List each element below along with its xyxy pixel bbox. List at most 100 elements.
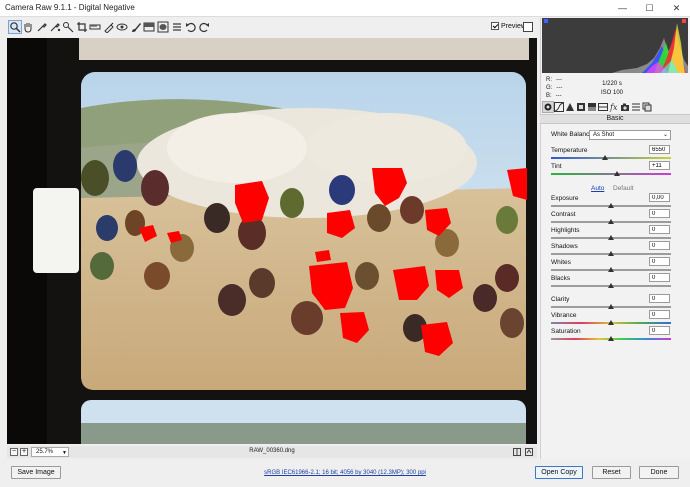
whites-slider-thumb[interactable] <box>608 267 614 272</box>
open-copy-button[interactable]: Open Copy <box>535 466 583 479</box>
clarity-slider-thumb[interactable] <box>608 304 614 309</box>
before-after-icon[interactable] <box>513 448 521 456</box>
workflow-options-link[interactable]: sRGB IEC61966-2.1; 16 bit; 4056 by 3040 … <box>0 470 690 476</box>
white-balance-value: As Shot <box>593 132 615 138</box>
clarity-slider[interactable] <box>551 304 671 309</box>
fullscreen-icon[interactable] <box>523 22 533 32</box>
color-sampler-icon[interactable] <box>49 21 61 33</box>
blacks-label: Blacks <box>551 275 571 282</box>
camera-calibration-tab-icon[interactable] <box>620 102 630 112</box>
zoom-icon[interactable] <box>8 20 22 34</box>
exposure-field[interactable] <box>649 193 670 202</box>
highlights-field[interactable] <box>649 225 670 234</box>
split-toning-tab-icon[interactable] <box>587 102 597 112</box>
maximize-button[interactable]: ☐ <box>636 0 663 17</box>
shadows-slider[interactable] <box>551 251 671 256</box>
graduated-filter-icon[interactable] <box>143 21 155 33</box>
svg-text:fx: fx <box>609 103 618 112</box>
temperature-slider-thumb[interactable] <box>602 155 608 160</box>
saturation-slider[interactable] <box>551 336 671 341</box>
panel-tabs: fx <box>540 101 690 113</box>
whites-field[interactable] <box>649 257 670 266</box>
done-button[interactable]: Done <box>639 466 679 479</box>
presets-tab-icon[interactable] <box>631 102 641 112</box>
radial-filter-icon[interactable] <box>157 21 169 33</box>
r-label: R: <box>546 77 552 83</box>
panel-section-title: Basic <box>540 114 690 124</box>
adjustment-brush-icon[interactable] <box>130 21 142 33</box>
lens-corrections-tab-icon[interactable] <box>598 102 608 112</box>
contrast-slider[interactable] <box>551 219 671 224</box>
vibrance-slider-thumb[interactable] <box>608 320 614 325</box>
basic-tab-icon[interactable] <box>542 101 554 113</box>
rotate-right-icon[interactable] <box>198 21 210 33</box>
blacks-slider[interactable] <box>551 283 671 288</box>
minimize-button[interactable]: — <box>609 0 636 17</box>
exposure-info: 1/220 s ISO 100 <box>586 80 638 98</box>
histogram <box>542 18 688 73</box>
hsl-tab-icon[interactable] <box>576 102 586 112</box>
vibrance-slider[interactable] <box>551 320 671 325</box>
g-value: --- <box>556 85 563 91</box>
tint-field[interactable] <box>649 161 670 170</box>
r-value: --- <box>556 77 562 83</box>
detail-tab-icon[interactable] <box>565 102 575 112</box>
targeted-adjustment-icon[interactable] <box>62 21 74 33</box>
white-balance-select[interactable]: As Shot ⌄ <box>589 130 671 140</box>
b-label: B: <box>546 93 552 99</box>
open-preferences-icon[interactable] <box>171 21 183 33</box>
temperature-field[interactable] <box>649 145 670 154</box>
blacks-field[interactable] <box>649 273 670 282</box>
snapshots-tab-icon[interactable] <box>642 102 652 112</box>
g-label: G: <box>546 85 553 91</box>
exposure-label: Exposure <box>551 195 579 202</box>
red-eye-icon[interactable] <box>116 21 128 33</box>
highlights-slider-thumb[interactable] <box>608 235 614 240</box>
saturation-label: Saturation <box>551 328 581 335</box>
contrast-field[interactable] <box>649 209 670 218</box>
straighten-icon[interactable] <box>89 21 101 33</box>
reset-button[interactable]: Reset <box>592 466 631 479</box>
clarity-field[interactable] <box>649 294 670 303</box>
exposure-slider-thumb[interactable] <box>608 203 614 208</box>
shadows-field[interactable] <box>649 241 670 250</box>
tint-slider-thumb[interactable] <box>614 171 620 176</box>
exposure-slider[interactable] <box>551 203 671 208</box>
highlights-slider[interactable] <box>551 235 671 240</box>
title-bar: Camera Raw 9.1.1 - Digital Negative — ☐ … <box>0 0 690 17</box>
default-button[interactable]: Default <box>613 185 634 192</box>
tone-curve-tab-icon[interactable] <box>554 102 564 112</box>
settings-toggle-icon[interactable] <box>525 448 533 456</box>
file-name: RAW_00360.dng <box>249 448 295 454</box>
tint-slider[interactable] <box>551 171 671 176</box>
shutter-speed: 1/220 s <box>602 81 622 87</box>
saturation-slider-thumb[interactable] <box>608 336 614 341</box>
b-value: --- <box>555 93 562 99</box>
preview-checkbox[interactable] <box>491 22 499 30</box>
fx-tab-icon[interactable]: fx <box>609 102 619 112</box>
clarity-label: Clarity <box>551 296 570 303</box>
rotate-left-icon[interactable] <box>185 21 197 33</box>
contrast-slider-thumb[interactable] <box>608 219 614 224</box>
shadows-slider-thumb[interactable] <box>608 251 614 256</box>
chevron-down-icon: ⌄ <box>662 132 668 138</box>
hand-icon[interactable] <box>22 21 34 33</box>
blacks-slider-thumb[interactable] <box>608 283 614 288</box>
contrast-label: Contrast <box>551 211 576 218</box>
crop-icon[interactable] <box>76 21 88 33</box>
whites-label: Whites <box>551 259 571 266</box>
preview-toggle[interactable]: Preview <box>491 22 526 30</box>
auto-button[interactable]: Auto <box>591 185 604 192</box>
vibrance-field[interactable] <box>649 310 670 319</box>
whites-slider[interactable] <box>551 267 671 272</box>
tool-bar <box>0 18 538 37</box>
spot-removal-icon[interactable] <box>103 21 115 33</box>
image-preview[interactable] <box>7 38 537 444</box>
white-balance-icon[interactable] <box>36 21 48 33</box>
photo-film-frame <box>7 38 537 444</box>
temperature-label: Temperature <box>551 147 588 154</box>
highlights-label: Highlights <box>551 227 580 234</box>
saturation-field[interactable] <box>649 326 670 335</box>
close-button[interactable]: ✕ <box>663 0 690 17</box>
temperature-slider[interactable] <box>551 155 671 160</box>
